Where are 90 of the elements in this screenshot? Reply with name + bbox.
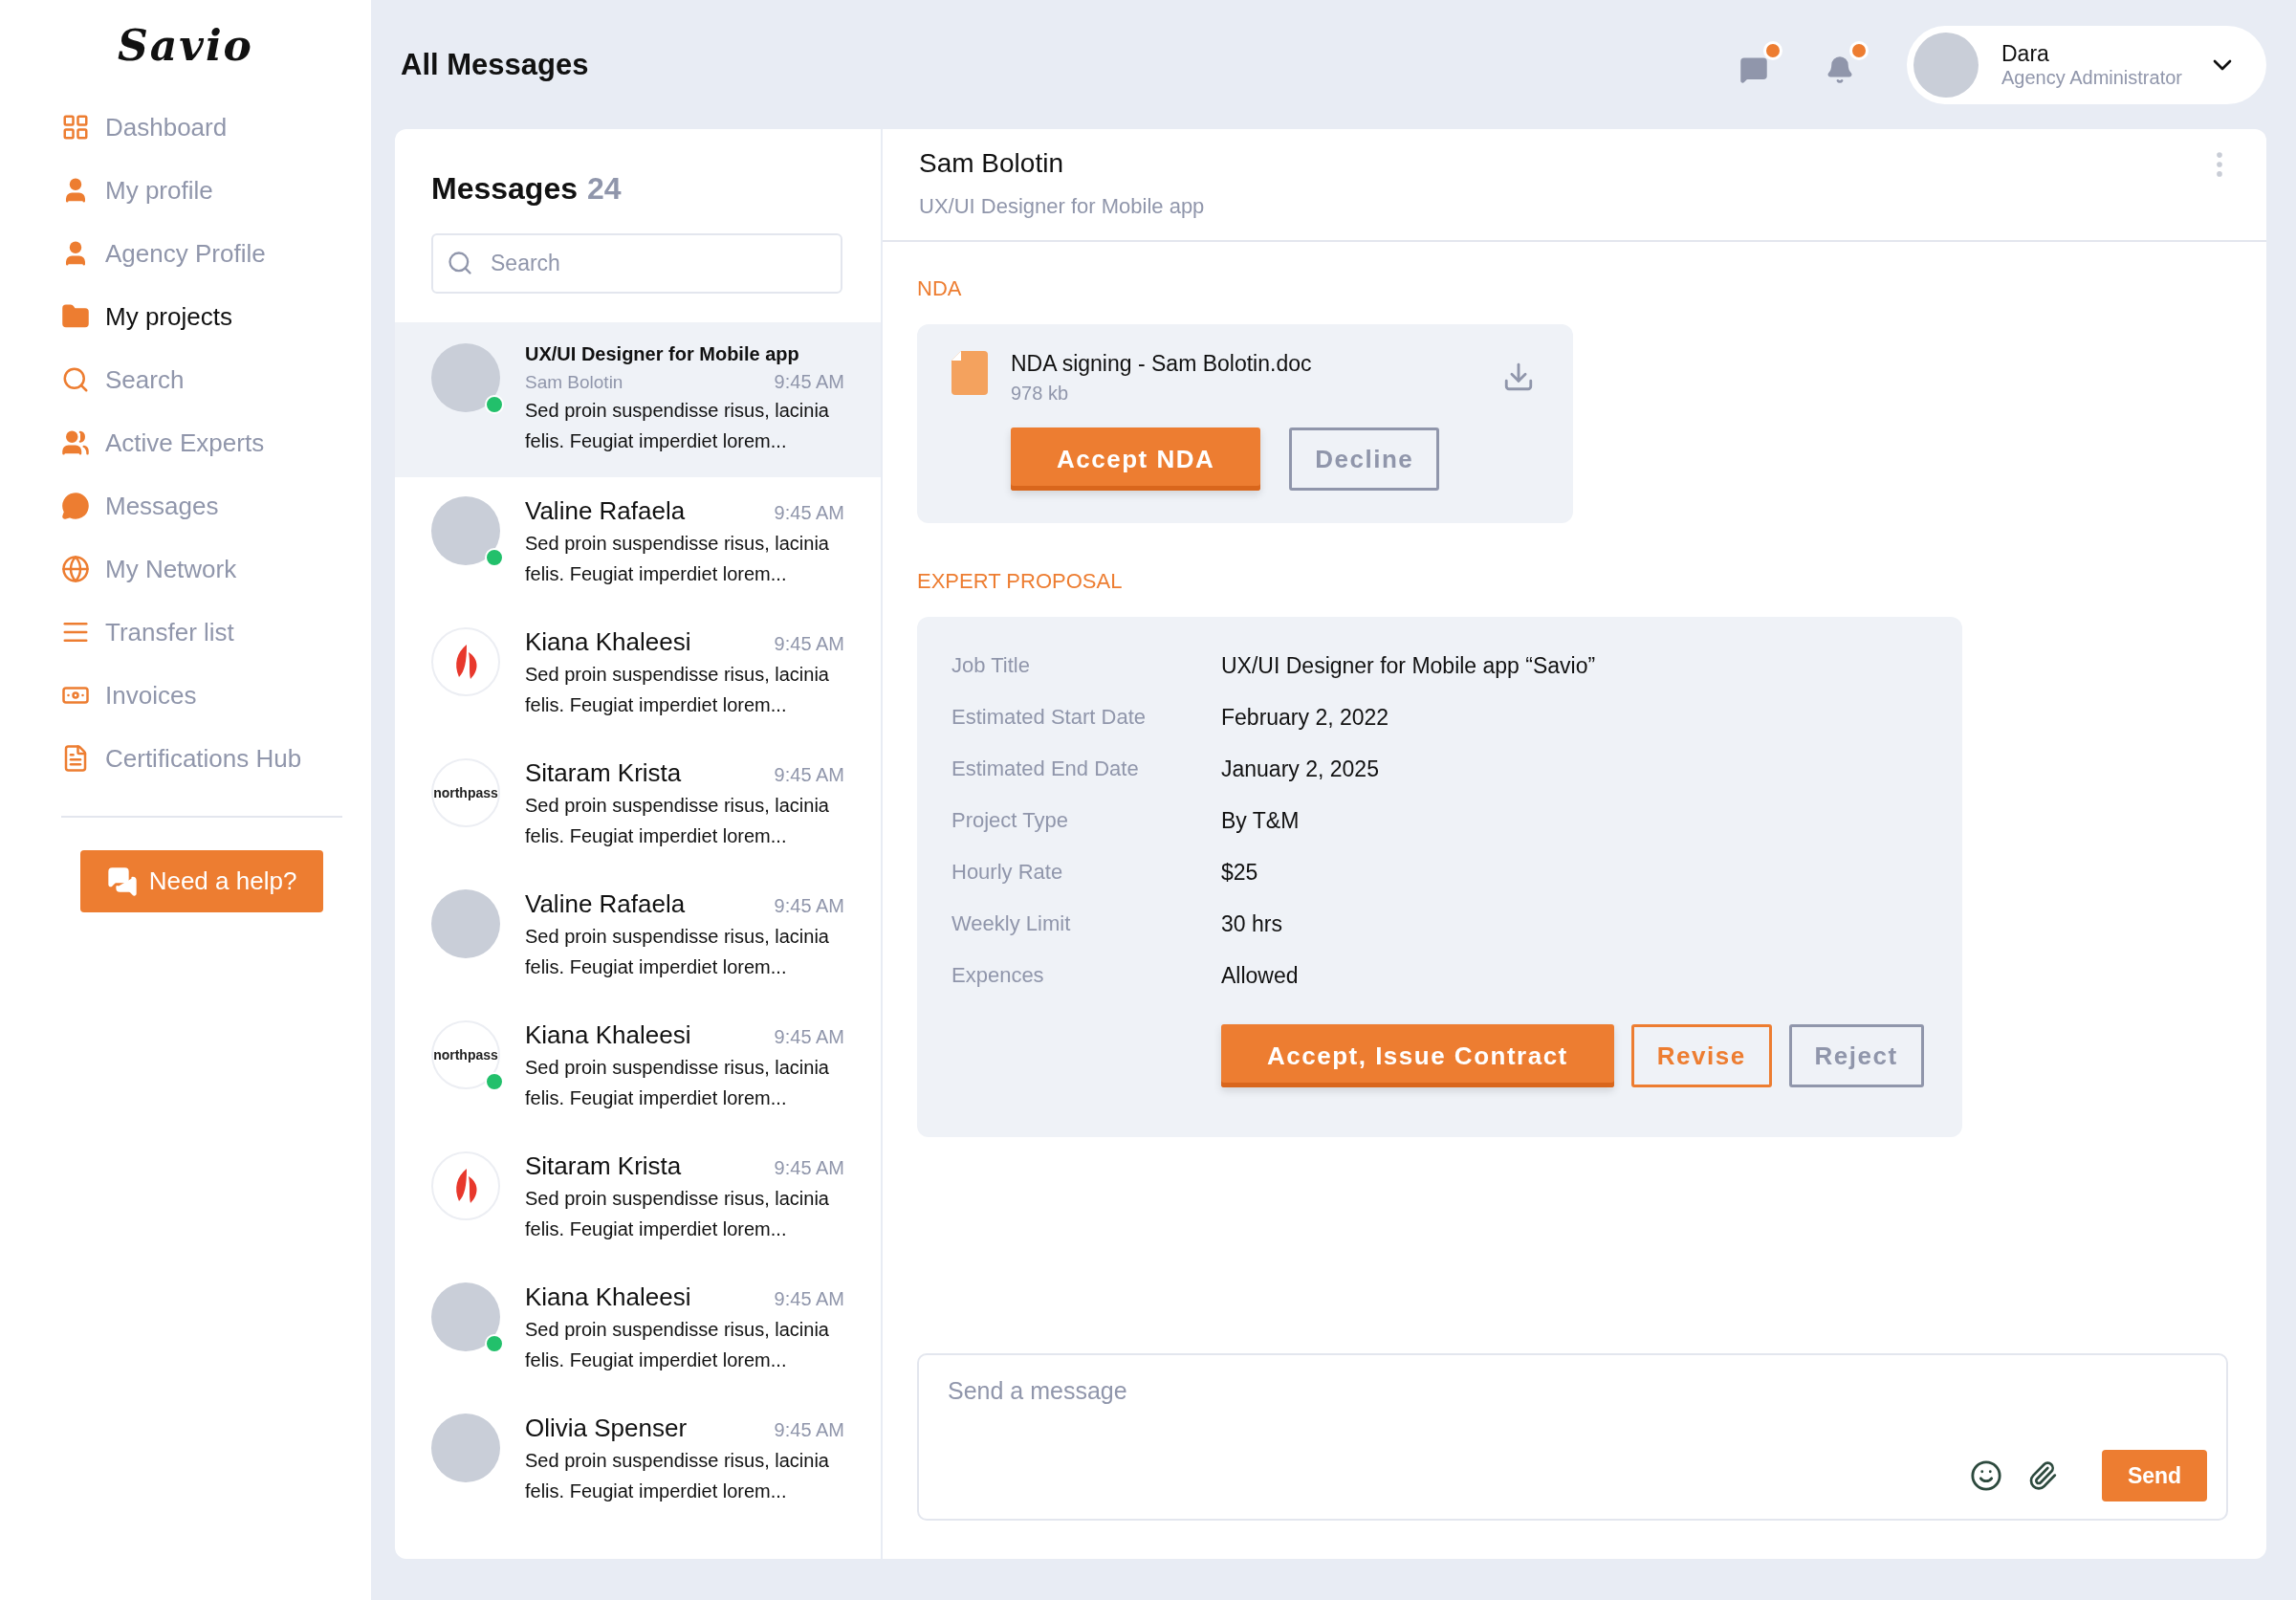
message-time: 9:45 AM [774, 1419, 844, 1441]
decline-button[interactable]: Decline [1289, 427, 1440, 491]
sidebar-item[interactable]: My profile [61, 165, 213, 215]
sidebar-item[interactable]: Invoices [61, 670, 197, 720]
field-label: Job Title [951, 653, 1031, 678]
contact-name: Sam Bolotin [919, 148, 1064, 179]
paperclip-icon[interactable] [2027, 1460, 2058, 1491]
reject-button[interactable]: Reject [1788, 1024, 1924, 1087]
user-name: Dara [2001, 40, 2050, 67]
field-value: By T&M [1221, 807, 1300, 834]
sidebar-item[interactable]: My Network [61, 544, 237, 594]
message-preview: Sed proin suspendisse risus, lacinia felis. Feugiat imperdiet lorem... [525, 925, 830, 979]
field-value: January 2, 2025 [1221, 756, 1379, 782]
message-count: 24 [587, 171, 622, 206]
field-label: Weekly Limit [951, 911, 1072, 936]
message-time: 9:45 AM [774, 764, 844, 786]
search-icon [447, 250, 473, 276]
sender-name: Kiana Khaleesi [525, 1020, 691, 1050]
field-label: Project Type [951, 808, 1069, 833]
message-time: 9:45 AM [774, 502, 844, 524]
grid-icon [61, 113, 90, 142]
chat-bubble-icon [61, 492, 90, 520]
file-icon [951, 351, 988, 395]
messages-title: Messages 24 [431, 171, 623, 207]
logo-wordmark: northpass [433, 785, 498, 800]
sender-name: Sitaram Krista [525, 1151, 682, 1181]
section-label: EXPERT PROPOSAL [917, 569, 1124, 594]
search-icon [61, 365, 90, 394]
message-preview: Sed proin suspendisse risus, lacinia felis. Feugiat imperdiet lorem... [525, 1056, 830, 1110]
field-value: 30 hrs [1221, 910, 1282, 937]
sidebar-item[interactable]: Messages [61, 481, 219, 531]
chat-bubbles-icon [106, 866, 138, 897]
sender-name: Valine Rafaela [525, 889, 686, 919]
sender-name: Sitaram Krista [525, 758, 682, 788]
field-label: Estimated Start Date [951, 705, 1147, 730]
message-time: 9:45 AM [774, 371, 844, 393]
sender-name: Kiana Khaleesi [525, 1282, 691, 1312]
section-label: NDA [917, 276, 963, 301]
field-label: Expences [951, 963, 1045, 988]
project-title: UX/UI Designer for Mobile app [525, 343, 800, 365]
send-button[interactable]: Send [2102, 1450, 2207, 1501]
sidebar-item[interactable]: My projects [61, 292, 232, 341]
field-value: February 2, 2022 [1221, 704, 1389, 731]
message-row[interactable]: UX/UI Designer for Mobile app Sam Bolotin 9:45 AM Sed proin suspendisse risus, lacinia felis. Feugiat imperdiet lorem... [395, 322, 881, 477]
file-name: NDA signing - Sam Bolotin.doc [1011, 351, 1313, 377]
logo-wordmark: northpass [433, 1047, 498, 1063]
search-field[interactable]: Search [431, 233, 842, 294]
message-preview: Sed proin suspendisse risus, lacinia felis. Feugiat imperdiet lorem... [525, 399, 830, 453]
user-menu[interactable]: Dara Agency Administrator [1907, 25, 2266, 104]
message-time: 9:45 AM [774, 1157, 844, 1179]
bell-icon[interactable] [1826, 55, 1854, 84]
file-size: 978 kb [1011, 383, 1070, 405]
contact-subtitle: UX/UI Designer for Mobile app [919, 194, 1205, 219]
accept-button[interactable]: Accept, Issue Contract [1221, 1024, 1614, 1087]
message-preview: Sed proin suspendisse risus, lacinia felis. Feugiat imperdiet lorem... [525, 663, 830, 717]
field-value: Allowed [1221, 962, 1299, 989]
message-preview: Sed proin suspendisse risus, lacinia felis. Feugiat imperdiet lorem... [525, 1187, 830, 1241]
sidebar-item[interactable]: Active Experts [61, 418, 265, 468]
sidebar-item[interactable]: Agency Profile [61, 229, 266, 278]
message-preview: Sed proin suspendisse risus, lacinia felis. Feugiat imperdiet lorem... [525, 1449, 830, 1503]
smiley-icon[interactable] [1970, 1459, 2002, 1492]
sidebar-item[interactable]: Certifications Hub [61, 734, 302, 783]
message-preview: Sed proin suspendisse risus, lacinia felis. Feugiat imperdiet lorem... [525, 532, 830, 586]
message-preview: Sed proin suspendisse risus, lacinia felis. Feugiat imperdiet lorem... [525, 1318, 830, 1372]
sidebar-item[interactable]: Transfer list [61, 607, 234, 657]
message-time: 9:45 AM [774, 1026, 844, 1048]
message-time: 9:45 AM [774, 1288, 844, 1310]
message-time: 9:45 AM [774, 895, 844, 917]
user-role: Agency Administrator [2001, 66, 2183, 89]
field-value: $25 [1221, 859, 1258, 886]
message-time: 9:45 AM [774, 633, 844, 655]
logo: Savio [118, 21, 253, 70]
field-value: UX/UI Designer for Mobile app “Savio” [1221, 652, 1596, 679]
help-button[interactable]: Need a help? [80, 850, 323, 912]
sender-name: Valine Rafaela [525, 496, 686, 526]
field-label: Hourly Rate [951, 860, 1064, 885]
photo-placeholder [1913, 32, 1979, 98]
sidebar-item[interactable]: Dashboard [61, 102, 228, 152]
download-icon[interactable] [1502, 361, 1535, 393]
revise-button[interactable]: Revise [1630, 1024, 1772, 1087]
sender-name: Sam Bolotin [525, 372, 623, 393]
sender-name: Kiana Khaleesi [525, 627, 691, 657]
field-label: Estimated End Date [951, 756, 1140, 781]
accept-button[interactable]: Accept NDA [1011, 427, 1261, 491]
page-title: All Messages [401, 47, 589, 82]
sidebar-item[interactable]: Search [61, 355, 185, 405]
globe-icon [61, 555, 90, 583]
sender-name: Olivia Spenser [525, 1414, 688, 1443]
people-icon [61, 428, 90, 457]
message-preview: Sed proin suspendisse risus, lacinia felis. Feugiat imperdiet lorem... [525, 794, 830, 848]
